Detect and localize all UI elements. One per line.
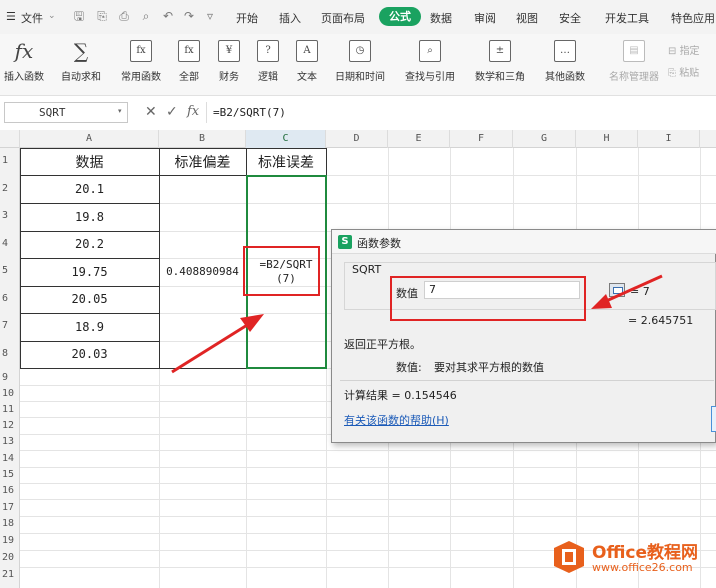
watermark: Office教程网 www.office26.com: [552, 538, 716, 580]
annotation-arrows: [171, 274, 663, 374]
arrow-to-param-icon: [591, 274, 663, 309]
arrow-to-formula-icon: [171, 314, 264, 374]
watermark-title: Office教程网: [592, 543, 699, 563]
watermark-url: www.office26.com: [592, 561, 693, 574]
office-logo-icon: [554, 541, 584, 573]
